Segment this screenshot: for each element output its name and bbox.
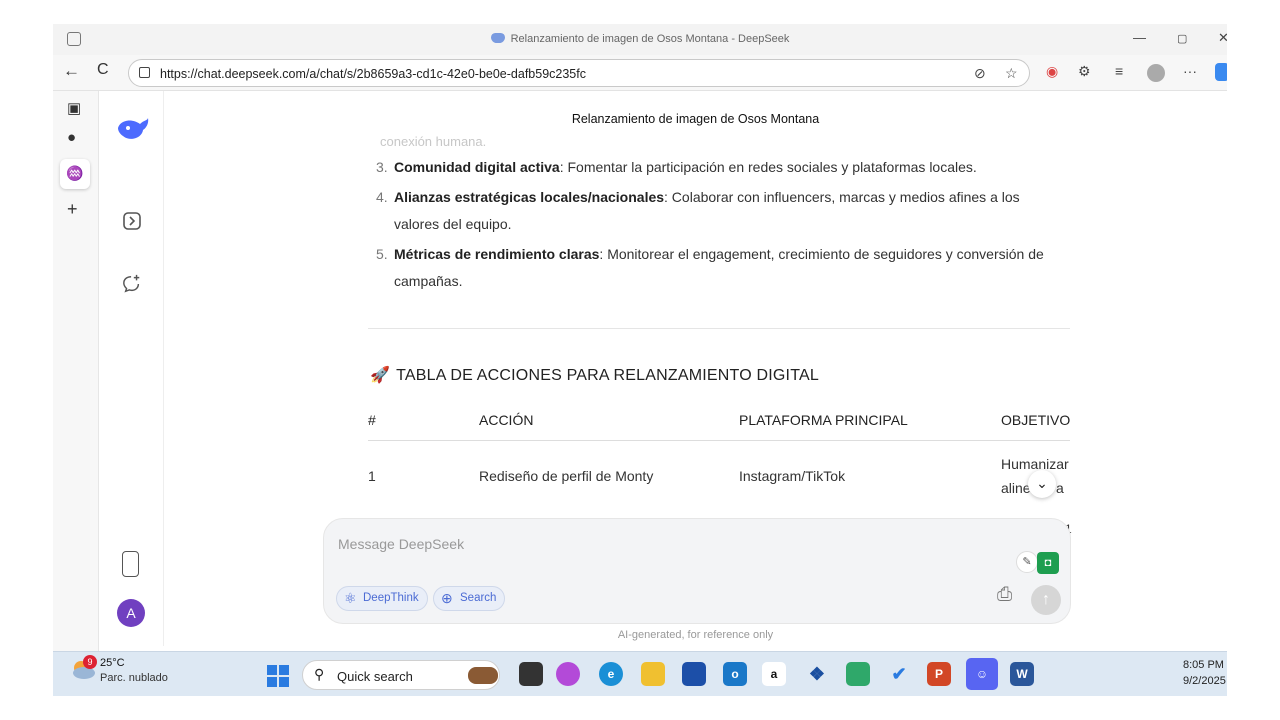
restore-button[interactable]: ▢	[1177, 32, 1187, 45]
list-item-title: Comunidad digital activa	[394, 159, 560, 175]
favorites-list-icon[interactable]: ≡	[1115, 63, 1123, 79]
deepseek-tab-icon[interactable]: ♒	[66, 165, 83, 182]
taskbar: 9 25°C Parc. nublado ⚲ Quick search e o …	[53, 651, 1227, 696]
close-button[interactable]: ✕	[1218, 30, 1227, 46]
amazon-icon[interactable]: a	[762, 662, 786, 686]
divider	[368, 328, 1070, 329]
table-header-num: #	[368, 412, 376, 428]
list-number: 4.	[376, 189, 388, 205]
message-input[interactable]: Message DeepSeek	[338, 536, 464, 552]
mobile-app-icon[interactable]	[122, 551, 139, 577]
deepseek-logo-icon[interactable]	[116, 116, 150, 142]
message-composer: Message DeepSeek ✎ ◘ ⚛ DeepThink ⊕ Search …	[323, 518, 1071, 624]
table-header-divider	[368, 440, 1070, 441]
taskbar-search[interactable]: ⚲ Quick search	[302, 660, 500, 690]
search-highlight-image	[468, 667, 498, 684]
window-title: Relanzamiento de imagen de Osos Montana …	[53, 33, 1227, 45]
profile-icon[interactable]	[1147, 64, 1165, 82]
discord-icon[interactable]: ☺	[966, 658, 998, 690]
start-button[interactable]	[267, 665, 289, 687]
add-tab-icon[interactable]: +	[67, 199, 78, 220]
globe-icon: ⊕	[441, 590, 453, 606]
todo-icon[interactable]: ✔	[887, 662, 911, 686]
back-button[interactable]: ←	[63, 61, 80, 81]
sidebar-panel-icon[interactable]: ▣	[67, 99, 81, 117]
copilot-icon[interactable]	[1215, 63, 1227, 81]
weather-condition[interactable]: Parc. nublado	[100, 672, 168, 684]
table-header-objetivo: OBJETIVO	[1001, 412, 1071, 428]
title-bar: Relanzamiento de imagen de Osos Montana …	[53, 24, 1227, 55]
time: 8:05 PM	[1183, 659, 1224, 671]
search-icon: ⚲	[314, 666, 325, 682]
table-header-plataforma: PLATAFORMA PRINCIPAL	[739, 412, 908, 428]
browser-window: Relanzamiento de imagen de Osos Montana …	[53, 24, 1227, 696]
tracking-prevention-icon[interactable]: ⊘	[974, 65, 986, 82]
list-item-text: : Fomentar la participación en redes soc…	[559, 159, 977, 175]
deepseek-favicon-icon	[490, 33, 505, 43]
outlook-icon[interactable]: o	[723, 662, 747, 686]
table-cell-objetivo-suffix: a	[1056, 480, 1064, 496]
deepseek-sidebar: A	[99, 91, 164, 646]
table-header-accion: ACCIÓN	[479, 412, 534, 428]
send-button[interactable]: ↑	[1031, 585, 1061, 615]
ai-disclaimer: AI-generated, for reference only	[617, 629, 774, 641]
search-text: Quick search	[337, 669, 413, 684]
deepthink-button[interactable]: ⚛ DeepThink	[336, 586, 428, 611]
attach-file-icon[interactable]: ⎙	[997, 584, 1012, 606]
address-bar[interactable]: https://chat.deepseek.com/a/chat/s/2b865…	[128, 59, 1030, 87]
clock[interactable]: 8:05 PM 9/2/2025	[1183, 657, 1226, 689]
chat-title: Relanzamiento de imagen de Osos Montana	[571, 112, 820, 126]
scroll-down-button[interactable]: ⌄	[1028, 470, 1056, 498]
feather-icon[interactable]: ✎	[1016, 551, 1038, 573]
table-cell-num: 1	[368, 468, 376, 484]
m365-icon[interactable]	[846, 662, 870, 686]
temperature[interactable]: 25°C	[100, 657, 125, 669]
dropbox-icon[interactable]: ❖	[805, 662, 829, 686]
minimize-button[interactable]: —	[1133, 30, 1146, 45]
faded-text: conexión humana.	[380, 134, 487, 149]
address-toolbar: ← C https://chat.deepseek.com/a/chat/s/2…	[53, 55, 1227, 91]
search-button[interactable]: ⊕ Search	[433, 586, 506, 611]
open-sidebar-icon[interactable]	[122, 211, 142, 231]
file-explorer-icon[interactable]	[641, 662, 665, 686]
powerpoint-icon[interactable]: P	[927, 662, 951, 686]
weather-badge: 9	[83, 655, 97, 669]
list-item-title: Alianzas estratégicas locales/nacionales	[394, 189, 665, 205]
store-icon[interactable]	[682, 662, 706, 686]
section-heading: 🚀 TABLA DE ACCIONES PARA RELANZAMIENTO DI…	[370, 365, 819, 385]
date: 9/2/2025	[1183, 675, 1226, 687]
table-cell-objetivo-line2: aline	[1001, 480, 1031, 496]
extensions-puzzle-icon[interactable]: ⚙	[1078, 63, 1091, 80]
copilot-app-icon[interactable]	[556, 662, 580, 686]
site-info-icon[interactable]	[139, 67, 150, 78]
new-chat-icon[interactable]	[122, 274, 142, 294]
edge-sidebar: ▣ ● ♒ +	[53, 91, 99, 651]
refresh-button[interactable]: C	[97, 61, 109, 79]
task-view-icon[interactable]	[519, 662, 543, 686]
list-number: 5.	[376, 246, 388, 262]
word-icon[interactable]: W	[1010, 662, 1034, 686]
assistant-bot-icon[interactable]: ◘	[1037, 552, 1059, 574]
favorite-star-icon[interactable]: ☆	[1005, 65, 1018, 82]
table-cell-plataforma: Instagram/TikTok	[739, 468, 846, 484]
rocket-icon: 🚀	[370, 367, 391, 384]
table-cell-objetivo: Humanizar	[1001, 456, 1069, 472]
edge-browser-icon[interactable]: e	[599, 662, 623, 686]
list-item-title: Métricas de rendimiento claras	[394, 246, 600, 262]
url-text[interactable]: https://chat.deepseek.com/a/chat/s/2b865…	[160, 67, 586, 81]
sidebar-app-icon[interactable]: ●	[67, 129, 76, 146]
list-number: 3.	[376, 159, 388, 175]
extension-icon[interactable]: ◉	[1046, 63, 1058, 80]
table-cell-accion: Rediseño de perfil de Monty	[479, 468, 654, 484]
more-menu-button[interactable]: ···	[1183, 63, 1197, 79]
deepthink-icon: ⚛	[344, 590, 357, 606]
avatar[interactable]: A	[117, 599, 145, 627]
section-heading-text: TABLA DE ACCIONES PARA RELANZAMIENTO DIG…	[396, 367, 819, 384]
